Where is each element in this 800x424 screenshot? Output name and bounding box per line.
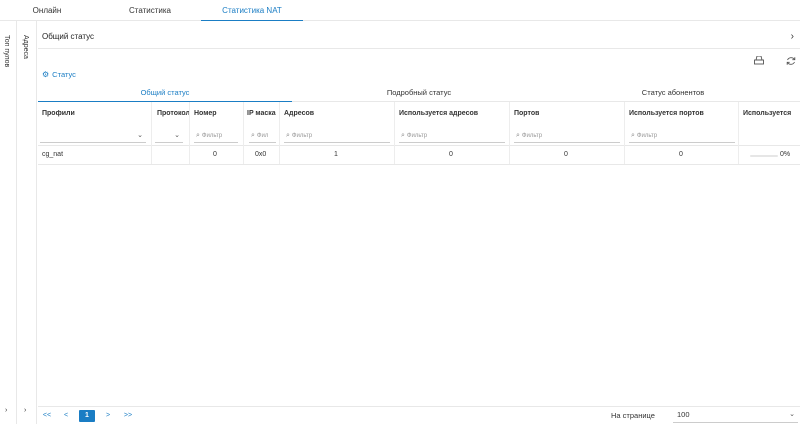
expand-arrow-icon[interactable]: › xyxy=(5,407,7,414)
header-used-addresses[interactable]: Используется адресов xyxy=(399,110,478,117)
cell-used-percent: 0% xyxy=(780,151,791,158)
header-used-ports[interactable]: Используется портов xyxy=(629,110,704,117)
pagination-bar: << < 1 > >> На странице 100 ⌄ xyxy=(38,406,800,424)
usage-progress-bar xyxy=(750,155,778,157)
current-page-button[interactable]: 1 xyxy=(79,410,95,422)
cell-ports: 0 xyxy=(564,151,568,158)
used-ports-filter-input[interactable]: ⌕ Фильтр xyxy=(629,129,735,143)
first-page-button[interactable]: << xyxy=(40,410,54,422)
protocol-filter-select[interactable]: ⌄ xyxy=(155,129,183,143)
last-page-button[interactable]: >> xyxy=(121,410,135,422)
header-protocol[interactable]: Протокол xyxy=(157,110,191,117)
tab-general-status[interactable]: Общий статус xyxy=(38,84,292,102)
search-icon: ⌕ xyxy=(286,132,290,139)
header-ports[interactable]: Портов xyxy=(514,110,539,117)
expand-arrow-icon[interactable]: › xyxy=(24,407,26,414)
per-page-label: На странице xyxy=(611,411,655,420)
search-icon: ⌕ xyxy=(631,132,635,139)
general-status-header[interactable]: Общий статус › xyxy=(38,29,800,49)
header-ip-mask[interactable]: IP маска xyxy=(247,110,277,117)
cell-profile: cg_nat xyxy=(42,151,64,158)
refresh-icon[interactable] xyxy=(785,56,797,68)
printer-icon[interactable] xyxy=(753,55,765,68)
used-addresses-filter-input[interactable]: ⌕ Фильтр xyxy=(399,129,505,143)
next-page-button[interactable]: > xyxy=(102,410,114,422)
settings-gear-icon: ⚙ xyxy=(42,70,50,79)
search-icon: ⌕ xyxy=(196,132,200,139)
side-panel-addresses[interactable]: Адреса › xyxy=(17,21,37,424)
per-page-select[interactable]: 100 ⌄ xyxy=(673,409,798,423)
ports-filter-input[interactable]: ⌕ Фильтр xyxy=(514,129,620,143)
top-tab-bar: Онлайн Статистика Статистика NAT xyxy=(0,0,800,21)
status-link-label: Статус xyxy=(52,70,76,79)
addresses-filter-input[interactable]: ⌕ Фильтр xyxy=(284,129,390,143)
side-panel-top-pools[interactable]: Топ пулов › xyxy=(0,21,17,424)
per-page-value: 100 xyxy=(677,410,690,419)
prev-page-button[interactable]: < xyxy=(60,410,72,422)
profiles-filter-select[interactable]: ⌄ xyxy=(40,129,146,143)
tab-detailed-status[interactable]: Подробный статус xyxy=(292,84,546,102)
tab-statistics[interactable]: Статистика xyxy=(115,0,185,21)
side-panel-label: Адреса xyxy=(22,35,29,59)
cell-used-addresses: 0 xyxy=(449,151,453,158)
cell-ip-mask: 0x0 xyxy=(255,151,267,158)
number-filter-input[interactable]: ⌕ Фильтр xyxy=(194,129,238,143)
cell-used-ports: 0 xyxy=(679,151,683,158)
header-number[interactable]: Номер xyxy=(194,110,217,117)
header-addresses[interactable]: Адресов xyxy=(284,110,314,117)
search-icon: ⌕ xyxy=(516,132,520,139)
tab-statistics-nat[interactable]: Статистика NAT xyxy=(201,0,303,21)
side-panel-label: Топ пулов xyxy=(3,35,10,68)
chevron-down-icon: ⌄ xyxy=(137,132,143,139)
chevron-down-icon: ⌄ xyxy=(174,132,180,139)
chevron-right-icon[interactable]: › xyxy=(791,31,794,42)
status-link[interactable]: ⚙ Статус xyxy=(42,70,76,79)
tab-online[interactable]: Онлайн xyxy=(18,0,76,21)
tab-subscriber-status[interactable]: Статус абонентов xyxy=(546,84,800,102)
cell-number: 0 xyxy=(213,151,217,158)
search-icon: ⌕ xyxy=(251,132,255,139)
header-profiles[interactable]: Профили xyxy=(42,110,75,117)
table-row[interactable]: cg_nat 0 0x0 1 0 0 0 0% xyxy=(38,146,800,165)
table-header-row: Профили Протокол Номер IP маска Адресов … xyxy=(38,102,800,146)
sub-tab-bar: Общий статус Подробный статус Статус або… xyxy=(38,84,800,102)
search-icon: ⌕ xyxy=(401,132,405,139)
main-content: Общий статус › ⚙ Статус Общий статус Подр… xyxy=(38,21,800,424)
header-used[interactable]: Используется xyxy=(743,110,791,117)
section-title: Общий статус xyxy=(42,32,95,41)
cell-addresses: 1 xyxy=(334,151,338,158)
ip-mask-filter-input[interactable]: ⌕ Фил xyxy=(249,129,276,143)
chevron-down-icon: ⌄ xyxy=(789,411,795,418)
